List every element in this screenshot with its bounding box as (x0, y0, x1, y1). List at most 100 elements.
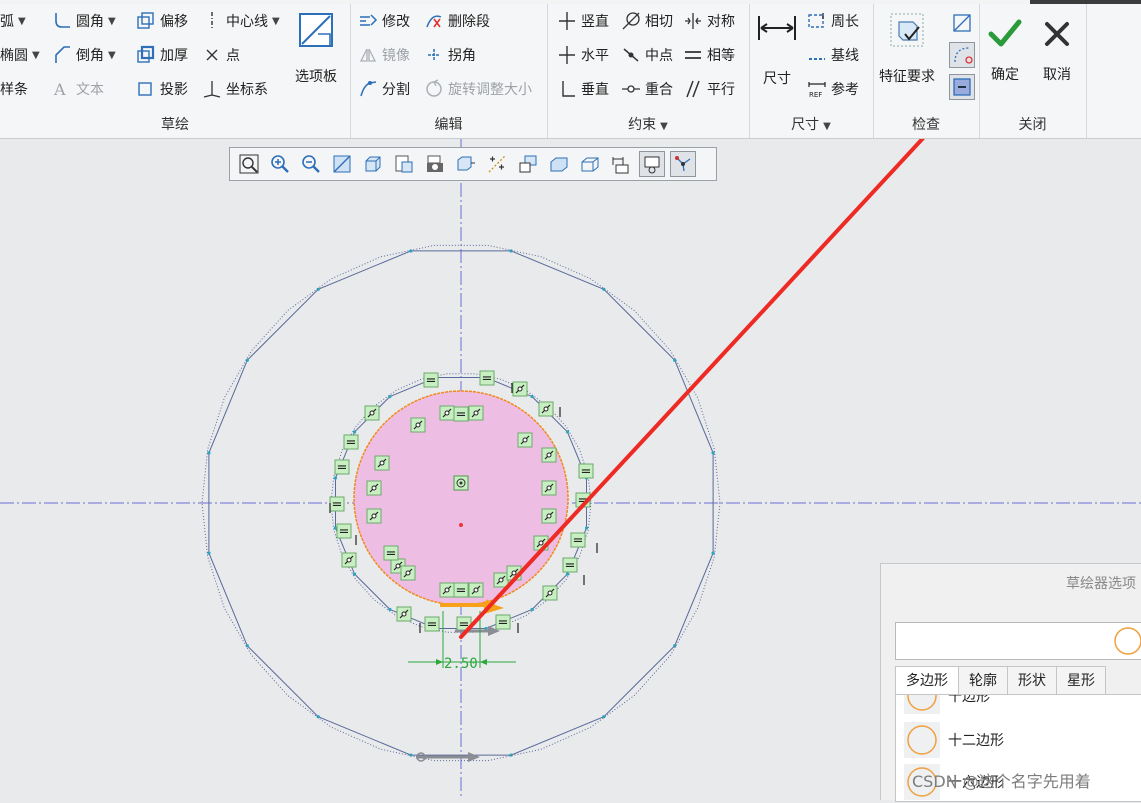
origin-marker-icon[interactable] (453, 475, 469, 491)
chevron-down-icon[interactable]: ▼ (108, 16, 116, 27)
modify-button[interactable]: 修改 (358, 8, 410, 34)
selected-circle[interactable] (353, 390, 569, 606)
horizontal-constraint-button[interactable]: 水平 (557, 42, 609, 68)
dimension-value[interactable]: 2.50 (444, 656, 478, 672)
symmetric-constraint-button[interactable]: 对称 (683, 8, 735, 34)
vertex-point[interactable] (207, 451, 211, 455)
sketch-canvas[interactable]: = = = = = = = = = = = = = = = = 2.50 草绘器… (0, 56, 1141, 802)
equal-constraint-icon[interactable]: = (479, 370, 495, 387)
tangent-constraint-icon[interactable] (410, 417, 426, 433)
equal-constraint-icon[interactable]: = (343, 434, 359, 451)
tangent-constraint-icon[interactable] (468, 582, 484, 598)
tab-polygon[interactable]: 多边形 (895, 666, 959, 696)
equal-constraint-icon[interactable]: = (453, 582, 469, 599)
tangent-constraint-icon[interactable] (541, 508, 557, 524)
refit-icon[interactable] (236, 151, 262, 177)
tangent-constraint-icon[interactable] (493, 572, 509, 588)
equal-constraint-icon[interactable]: = (453, 406, 469, 423)
vertex-point[interactable] (352, 430, 357, 434)
annotation-display-icon[interactable] (515, 151, 541, 177)
point-button[interactable]: 点 (202, 42, 240, 68)
tangent-constraint-button[interactable]: 相切 (621, 8, 673, 34)
midpoint-constraint-button[interactable]: 中点 (621, 42, 673, 68)
offset-button[interactable]: 偏移 (136, 8, 188, 34)
mirror-button[interactable]: 镜像 (358, 42, 410, 68)
tab-star[interactable]: 星形 (1056, 666, 1106, 696)
tangent-constraint-icon[interactable] (366, 508, 382, 524)
vertex-point[interactable] (584, 526, 589, 530)
list-item[interactable]: 十二边形 (896, 721, 1004, 759)
spline-button[interactable]: 样条 (0, 76, 28, 102)
sketch-display-constraints-icon[interactable] (639, 151, 665, 177)
tangent-constraint-icon[interactable] (400, 565, 416, 581)
view-manager-icon[interactable] (422, 151, 448, 177)
thicken-button[interactable]: 加厚 (136, 42, 188, 68)
chamfer-button[interactable]: 倒角 ▼ (52, 42, 116, 68)
tangent-constraint-icon[interactable] (468, 405, 484, 421)
overlapping-geometry-icon[interactable] (949, 10, 975, 36)
shaded-view-icon[interactable] (546, 151, 572, 177)
vertex-point[interactable] (673, 358, 677, 362)
parallel-constraint-button[interactable]: 平行 (683, 76, 735, 102)
reference-button[interactable]: REF 参考 (807, 76, 859, 102)
perspective-view-icon[interactable] (453, 151, 479, 177)
tangent-constraint-icon[interactable] (396, 606, 412, 622)
tangent-constraint-icon[interactable] (439, 405, 455, 421)
tangent-constraint-icon[interactable] (541, 480, 557, 496)
vertex-point[interactable] (316, 715, 320, 719)
tangent-constraint-icon[interactable] (517, 432, 533, 448)
dimension-button[interactable]: 尺寸 (757, 12, 797, 88)
saved-orientations-icon[interactable] (391, 151, 417, 177)
chevron-down-icon[interactable]: ▼ (108, 50, 116, 61)
project-button[interactable]: 投影 (136, 76, 188, 102)
equal-constraint-icon[interactable]: = (336, 523, 352, 540)
tangent-constraint-icon[interactable] (541, 447, 557, 463)
tangent-constraint-icon[interactable] (542, 585, 558, 601)
wireframe-view-icon[interactable] (577, 151, 603, 177)
group-dimension-label[interactable]: 尺寸 ▼ (749, 114, 873, 134)
ok-button[interactable]: 确定 (985, 14, 1025, 84)
divide-button[interactable]: 分割 (358, 76, 410, 102)
vertex-point[interactable] (509, 249, 513, 253)
tangent-constraint-icon[interactable] (366, 480, 382, 496)
equal-constraint-icon[interactable]: = (329, 496, 345, 513)
equal-constraint-icon[interactable]: = (423, 372, 439, 389)
tab-profile[interactable]: 轮廓 (958, 666, 1008, 696)
tangent-constraint-icon[interactable] (364, 405, 380, 421)
tab-shape[interactable]: 形状 (1007, 666, 1057, 696)
cancel-button[interactable]: 取消 (1037, 14, 1077, 84)
equal-constraint-icon[interactable]: = (495, 614, 511, 631)
fillet-button[interactable]: 圆角 ▼ (52, 8, 116, 34)
delete-segment-button[interactable]: 删除段 (424, 8, 490, 34)
arc-button[interactable]: 弧 ▼ (0, 8, 26, 34)
equal-constraint-icon[interactable]: = (383, 545, 399, 562)
sketch-display-vertices-icon[interactable] (670, 151, 696, 177)
baseline-button[interactable]: 基线 (807, 42, 859, 68)
chevron-down-icon[interactable]: ▼ (18, 16, 26, 27)
center-point[interactable] (459, 523, 463, 527)
vertex-point[interactable] (530, 607, 534, 612)
chevron-down-icon[interactable]: ▼ (272, 16, 280, 27)
equal-constraint-icon[interactable]: = (424, 616, 440, 633)
tangent-constraint-icon[interactable] (512, 381, 528, 397)
equal-constraint-icon[interactable]: = (578, 463, 594, 480)
equal-constraint-icon[interactable]: = (334, 459, 350, 476)
gray-arrow-icon[interactable] (416, 752, 480, 762)
zoom-out-icon[interactable] (298, 151, 324, 177)
shaded-closed-loops-icon[interactable] (949, 74, 975, 100)
open-ends-icon[interactable] (949, 42, 975, 68)
centerline-button[interactable]: 中心线 ▼ (202, 8, 280, 34)
text-button[interactable]: A 文本 (52, 76, 104, 102)
feature-requirements-button[interactable]: 特征要求 (879, 12, 935, 86)
tangent-constraint-icon[interactable] (538, 401, 554, 417)
sketch-display-dimensions-icon[interactable] (608, 151, 634, 177)
vertical-constraint-button[interactable]: 竖直 (557, 8, 609, 34)
rotate-resize-button[interactable]: 旋转调整大小 (424, 76, 532, 102)
tangent-constraint-icon[interactable] (439, 582, 455, 598)
tangent-constraint-icon[interactable] (374, 455, 390, 471)
vertex-point[interactable] (207, 551, 211, 555)
coordsys-button[interactable]: 坐标系 (202, 76, 268, 102)
list-item[interactable]: 十边形 (896, 695, 990, 715)
equal-constraint-button[interactable]: 相等 (683, 42, 735, 68)
perimeter-button[interactable]: 周长 (807, 8, 859, 34)
